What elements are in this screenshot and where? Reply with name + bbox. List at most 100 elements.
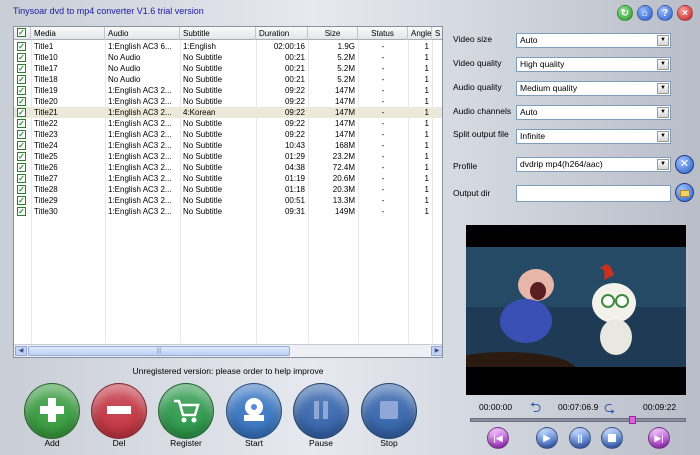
row-checkbox[interactable]: ✓ bbox=[17, 141, 26, 150]
scroll-right-icon[interactable]: ▶ bbox=[431, 346, 442, 356]
close-icon[interactable]: × bbox=[677, 5, 693, 21]
register-button[interactable] bbox=[158, 383, 214, 439]
cell-audio: 1:English AC3 2... bbox=[108, 152, 172, 161]
row-checkbox[interactable]: ✓ bbox=[17, 64, 26, 73]
seek-slider[interactable] bbox=[470, 416, 686, 424]
row-checkbox[interactable]: ✓ bbox=[17, 130, 26, 139]
row-checkbox[interactable]: ✓ bbox=[17, 163, 26, 172]
column-header-audio[interactable]: Audio bbox=[105, 27, 180, 40]
row-checkbox[interactable]: ✓ bbox=[17, 196, 26, 205]
chevron-down-icon[interactable]: ▼ bbox=[657, 131, 669, 142]
table-row[interactable]: ✓ Title30 1:English AC3 2... No Subtitle 09:… bbox=[14, 206, 442, 217]
home-icon[interactable]: ⌂ bbox=[637, 5, 653, 21]
chevron-down-icon[interactable]: ▼ bbox=[657, 59, 669, 70]
start-button[interactable] bbox=[226, 383, 282, 439]
row-checkbox[interactable]: ✓ bbox=[17, 75, 26, 84]
output-dir-input[interactable] bbox=[516, 185, 671, 202]
table-row[interactable]: ✓ Title18 No Audio No Subtitle 00:21 5.2M - 1 bbox=[14, 74, 442, 85]
column-header-status[interactable]: Status bbox=[358, 27, 408, 40]
stop-icon bbox=[374, 395, 404, 427]
column-header-s[interactable]: S bbox=[432, 27, 442, 40]
table-row[interactable]: ✓ Title21 1:English AC3 2... 4:Korean 09:22 1… bbox=[14, 107, 442, 118]
del-label: Del bbox=[112, 438, 126, 448]
folder-icon[interactable] bbox=[675, 183, 694, 202]
select-all-checkbox[interactable]: ✓ bbox=[14, 27, 31, 40]
cell-media: Title24 bbox=[34, 141, 58, 150]
video-quality-select[interactable]: High quality ▼ bbox=[516, 57, 671, 72]
column-header-size[interactable]: Size bbox=[308, 27, 358, 40]
chevron-down-icon[interactable]: ▼ bbox=[657, 159, 669, 170]
cell-size: 72.4M bbox=[332, 163, 355, 172]
table-row[interactable]: ✓ Title1 1:English AC3 6... 1:English 02:00:… bbox=[14, 41, 442, 52]
profile-settings-icon[interactable]: ✕ bbox=[675, 155, 694, 174]
pause-button[interactable]: || bbox=[569, 427, 591, 449]
table-row[interactable]: ✓ Title29 1:English AC3 2... No Subtitle 00:… bbox=[14, 195, 442, 206]
table-row[interactable]: ✓ Title10 No Audio No Subtitle 00:21 5.2M - 1 bbox=[14, 52, 442, 63]
scroll-thumb[interactable]: ||| bbox=[28, 346, 290, 356]
cell-media: Title26 bbox=[34, 163, 58, 172]
next-button[interactable]: ▶| bbox=[648, 427, 670, 449]
split-output-select[interactable]: Infinite ▼ bbox=[516, 129, 671, 144]
table-row[interactable]: ✓ Title26 1:English AC3 2... No Subtitle 04:… bbox=[14, 162, 442, 173]
stop-button[interactable] bbox=[361, 383, 417, 439]
row-checkbox[interactable]: ✓ bbox=[17, 86, 26, 95]
chevron-down-icon[interactable]: ▼ bbox=[657, 83, 669, 94]
del-button[interactable] bbox=[91, 383, 147, 439]
pause-button[interactable] bbox=[293, 383, 349, 439]
column-header-subtitle[interactable]: Subtitle bbox=[180, 27, 256, 40]
horizontal-scrollbar[interactable]: ◀ ||| ▶ bbox=[14, 344, 442, 357]
column-header-duration[interactable]: Duration bbox=[256, 27, 308, 40]
plus-icon bbox=[37, 395, 67, 427]
register-label: Register bbox=[170, 438, 202, 448]
row-checkbox[interactable]: ✓ bbox=[17, 152, 26, 161]
cell-duration: 00:21 bbox=[284, 64, 305, 73]
cell-media: Title1 bbox=[34, 42, 54, 51]
row-checkbox[interactable]: ✓ bbox=[17, 174, 26, 183]
table-row[interactable]: ✓ Title25 1:English AC3 2... No Subtitle 01:… bbox=[14, 151, 442, 162]
cell-status: - bbox=[381, 196, 385, 205]
scroll-left-icon[interactable]: ◀ bbox=[15, 346, 27, 356]
video-preview bbox=[466, 225, 686, 395]
profile-select[interactable]: dvdrip mp4(h264/aac) ▼ bbox=[516, 157, 671, 172]
chevron-down-icon[interactable]: ▼ bbox=[657, 107, 669, 118]
row-checkbox[interactable]: ✓ bbox=[17, 53, 26, 62]
row-checkbox[interactable]: ✓ bbox=[17, 97, 26, 106]
stop-button[interactable] bbox=[601, 427, 623, 449]
table-row[interactable]: ✓ Title22 1:English AC3 2... No Subtitle 09:… bbox=[14, 118, 442, 129]
table-row[interactable]: ✓ Title23 1:English AC3 2... No Subtitle 09:… bbox=[14, 129, 442, 140]
row-checkbox[interactable]: ✓ bbox=[17, 42, 26, 51]
table-row[interactable]: ✓ Title20 1:English AC3 2... No Subtitle 09:… bbox=[14, 96, 442, 107]
cell-subtitle: No Subtitle bbox=[183, 152, 223, 161]
seek-handle[interactable] bbox=[629, 416, 636, 424]
table-row[interactable]: ✓ Title24 1:English AC3 2... No Subtitle 10:… bbox=[14, 140, 442, 151]
cell-duration: 09:22 bbox=[284, 119, 305, 128]
video-size-select[interactable]: Auto ▼ bbox=[516, 33, 671, 48]
cell-audio: 1:English AC3 2... bbox=[108, 174, 172, 183]
row-checkbox[interactable]: ✓ bbox=[17, 119, 26, 128]
pause-icon: || bbox=[577, 433, 583, 443]
row-checkbox[interactable]: ✓ bbox=[17, 185, 26, 194]
table-row[interactable]: ✓ Title28 1:English AC3 2... No Subtitle 01:… bbox=[14, 184, 442, 195]
previous-button[interactable]: |◀ bbox=[487, 427, 509, 449]
table-row[interactable]: ✓ Title17 No Audio No Subtitle 00:21 5.2M - 1 bbox=[14, 63, 442, 74]
row-checkbox[interactable]: ✓ bbox=[17, 207, 26, 216]
audio-channels-select[interactable]: Auto ▼ bbox=[516, 105, 671, 120]
table-row[interactable]: ✓ Title19 1:English AC3 2... No Subtitle 09:… bbox=[14, 85, 442, 96]
cell-status: - bbox=[381, 75, 385, 84]
help-icon[interactable]: ? bbox=[657, 5, 673, 21]
play-button[interactable]: ▶ bbox=[536, 427, 558, 449]
cell-subtitle: No Subtitle bbox=[183, 53, 223, 62]
cell-size: 149M bbox=[334, 207, 355, 216]
audio-channels-value: Auto bbox=[520, 107, 538, 117]
row-checkbox[interactable]: ✓ bbox=[17, 108, 26, 117]
audio-quality-select[interactable]: Medium quality ▼ bbox=[516, 81, 671, 96]
cell-audio: 1:English AC3 2... bbox=[108, 141, 172, 150]
column-header-angle[interactable]: Angle bbox=[408, 27, 432, 40]
column-header-media[interactable]: Media bbox=[31, 27, 105, 40]
add-button[interactable] bbox=[24, 383, 80, 439]
unregistered-notice: Unregistered version: please order to he… bbox=[132, 366, 324, 376]
table-row[interactable]: ✓ Title27 1:English AC3 2... No Subtitle 01:… bbox=[14, 173, 442, 184]
chevron-down-icon[interactable]: ▼ bbox=[657, 35, 669, 46]
split-output-label: Split output file bbox=[453, 129, 509, 139]
refresh-icon[interactable]: ↻ bbox=[617, 5, 633, 21]
